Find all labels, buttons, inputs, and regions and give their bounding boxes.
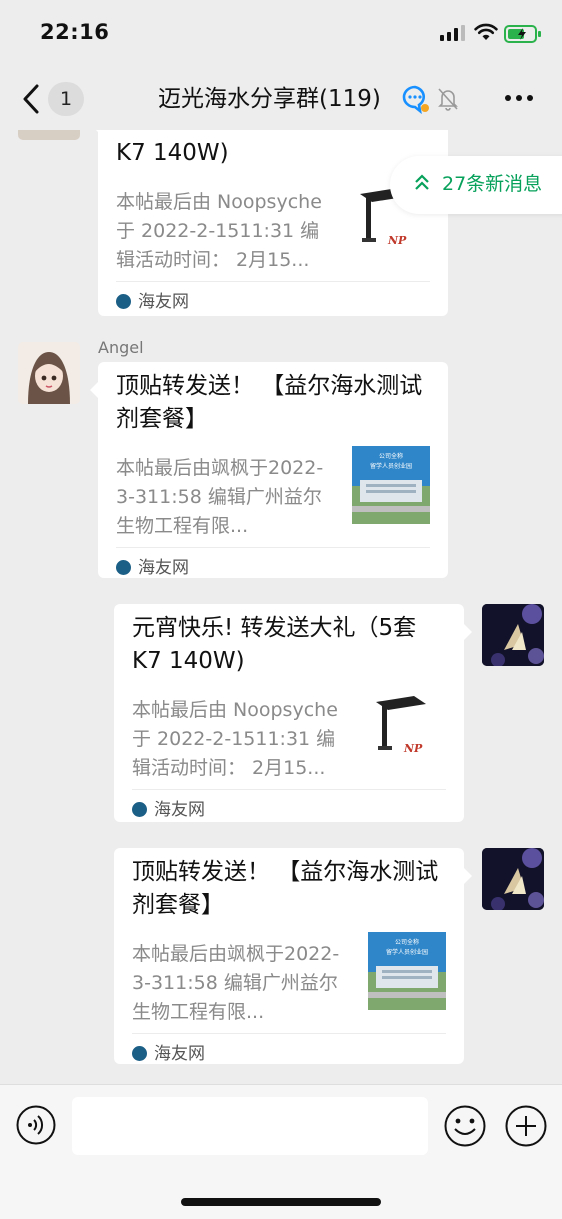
avatar[interactable] bbox=[18, 342, 80, 404]
voice-icon[interactable] bbox=[16, 1105, 56, 1145]
link-card[interactable]: 元宵快乐! 转发送大礼（5套 K7 140W) 本帖最后由 Noopsyche … bbox=[90, 130, 448, 316]
card-source: 海友网 bbox=[116, 556, 189, 580]
sender-name: Angel bbox=[98, 338, 144, 357]
card-source: 海友网 bbox=[132, 1042, 205, 1066]
avatar[interactable] bbox=[482, 848, 544, 910]
card-title: 顶贴转发送！ 【益尔海水测试剂套餐】 bbox=[132, 859, 439, 918]
home-indicator[interactable] bbox=[181, 1198, 381, 1206]
svg-text:NP: NP bbox=[403, 742, 423, 755]
chat-messages[interactable]: 元宵快乐! 转发送大礼（5套 K7 140W) 本帖最后由 Noopsyche … bbox=[0, 130, 562, 1084]
status-time: 22:16 bbox=[40, 20, 110, 44]
card-description: 本帖最后由飒枫于2022-3-311:58 编辑广州益尔生物工程有限... bbox=[116, 457, 324, 537]
card-source: 海友网 bbox=[132, 798, 205, 822]
avatar[interactable] bbox=[18, 130, 80, 140]
avatar-image bbox=[482, 848, 544, 910]
card-source: 海友网 bbox=[116, 290, 189, 314]
avatar-image bbox=[482, 604, 544, 666]
battery-icon bbox=[504, 25, 541, 43]
link-card[interactable]: 顶贴转发送！ 【益尔海水测试剂套餐】 本帖最后由飒枫于2022-3-311:58… bbox=[114, 848, 472, 1066]
chat-header: 1 迈光海水分享群(119) bbox=[0, 68, 562, 130]
avatar-image bbox=[18, 342, 80, 404]
avatar[interactable] bbox=[482, 604, 544, 666]
building-thumbnail: 公司全称 留学人员创业园 bbox=[368, 932, 446, 1010]
double-chevron-up-icon bbox=[415, 174, 429, 190]
back-icon[interactable] bbox=[18, 82, 44, 116]
chat-title: 迈光海水分享群(119) bbox=[158, 86, 381, 112]
link-card[interactable]: 元宵快乐! 转发送大礼（5套 K7 140W) 本帖最后由 Noopsyche … bbox=[114, 604, 472, 822]
svg-text:留学人员创业园: 留学人员创业园 bbox=[370, 462, 412, 470]
source-icon bbox=[132, 1046, 147, 1061]
new-messages-button[interactable]: 27条新消息 bbox=[390, 156, 562, 214]
unread-badge[interactable]: 1 bbox=[48, 82, 84, 116]
building-thumbnail: 公司全称 留学人员创业园 bbox=[352, 446, 430, 524]
message-input[interactable] bbox=[72, 1097, 428, 1155]
source-icon bbox=[116, 294, 131, 309]
svg-text:NP: NP bbox=[387, 234, 407, 247]
cellular-signal-icon bbox=[440, 25, 465, 41]
more-icon[interactable] bbox=[504, 94, 534, 102]
chat-bubble-icon bbox=[402, 85, 429, 114]
lamp-thumbnail: NP bbox=[368, 688, 446, 766]
status-bar: 22:16 bbox=[0, 0, 562, 68]
card-title: 元宵快乐! 转发送大礼（5套 K7 140W) bbox=[116, 130, 400, 166]
plus-icon[interactable] bbox=[505, 1105, 547, 1147]
svg-text:留学人员创业园: 留学人员创业园 bbox=[386, 948, 428, 956]
wifi-icon bbox=[474, 23, 498, 40]
card-description: 本帖最后由 Noopsyche 于 2022-2-1511:31 编辑活动时间：… bbox=[116, 191, 322, 271]
source-icon bbox=[116, 560, 131, 575]
link-card[interactable]: 顶贴转发送！ 【益尔海水测试剂套餐】 本帖最后由飒枫于2022-3-311:58… bbox=[90, 362, 448, 580]
card-title: 顶贴转发送！ 【益尔海水测试剂套餐】 bbox=[116, 373, 423, 432]
svg-text:公司全称: 公司全称 bbox=[379, 452, 403, 460]
mute-bell-icon bbox=[438, 88, 458, 111]
card-title: 元宵快乐! 转发送大礼（5套 K7 140W) bbox=[132, 615, 417, 674]
source-icon bbox=[132, 802, 147, 817]
emoji-icon[interactable] bbox=[444, 1105, 486, 1147]
svg-text:公司全称: 公司全称 bbox=[395, 938, 419, 946]
new-messages-label: 27条新消息 bbox=[442, 173, 543, 195]
card-description: 本帖最后由飒枫于2022-3-311:58 编辑广州益尔生物工程有限... bbox=[132, 943, 340, 1023]
card-description: 本帖最后由 Noopsyche 于 2022-2-1511:31 编辑活动时间：… bbox=[132, 699, 338, 779]
